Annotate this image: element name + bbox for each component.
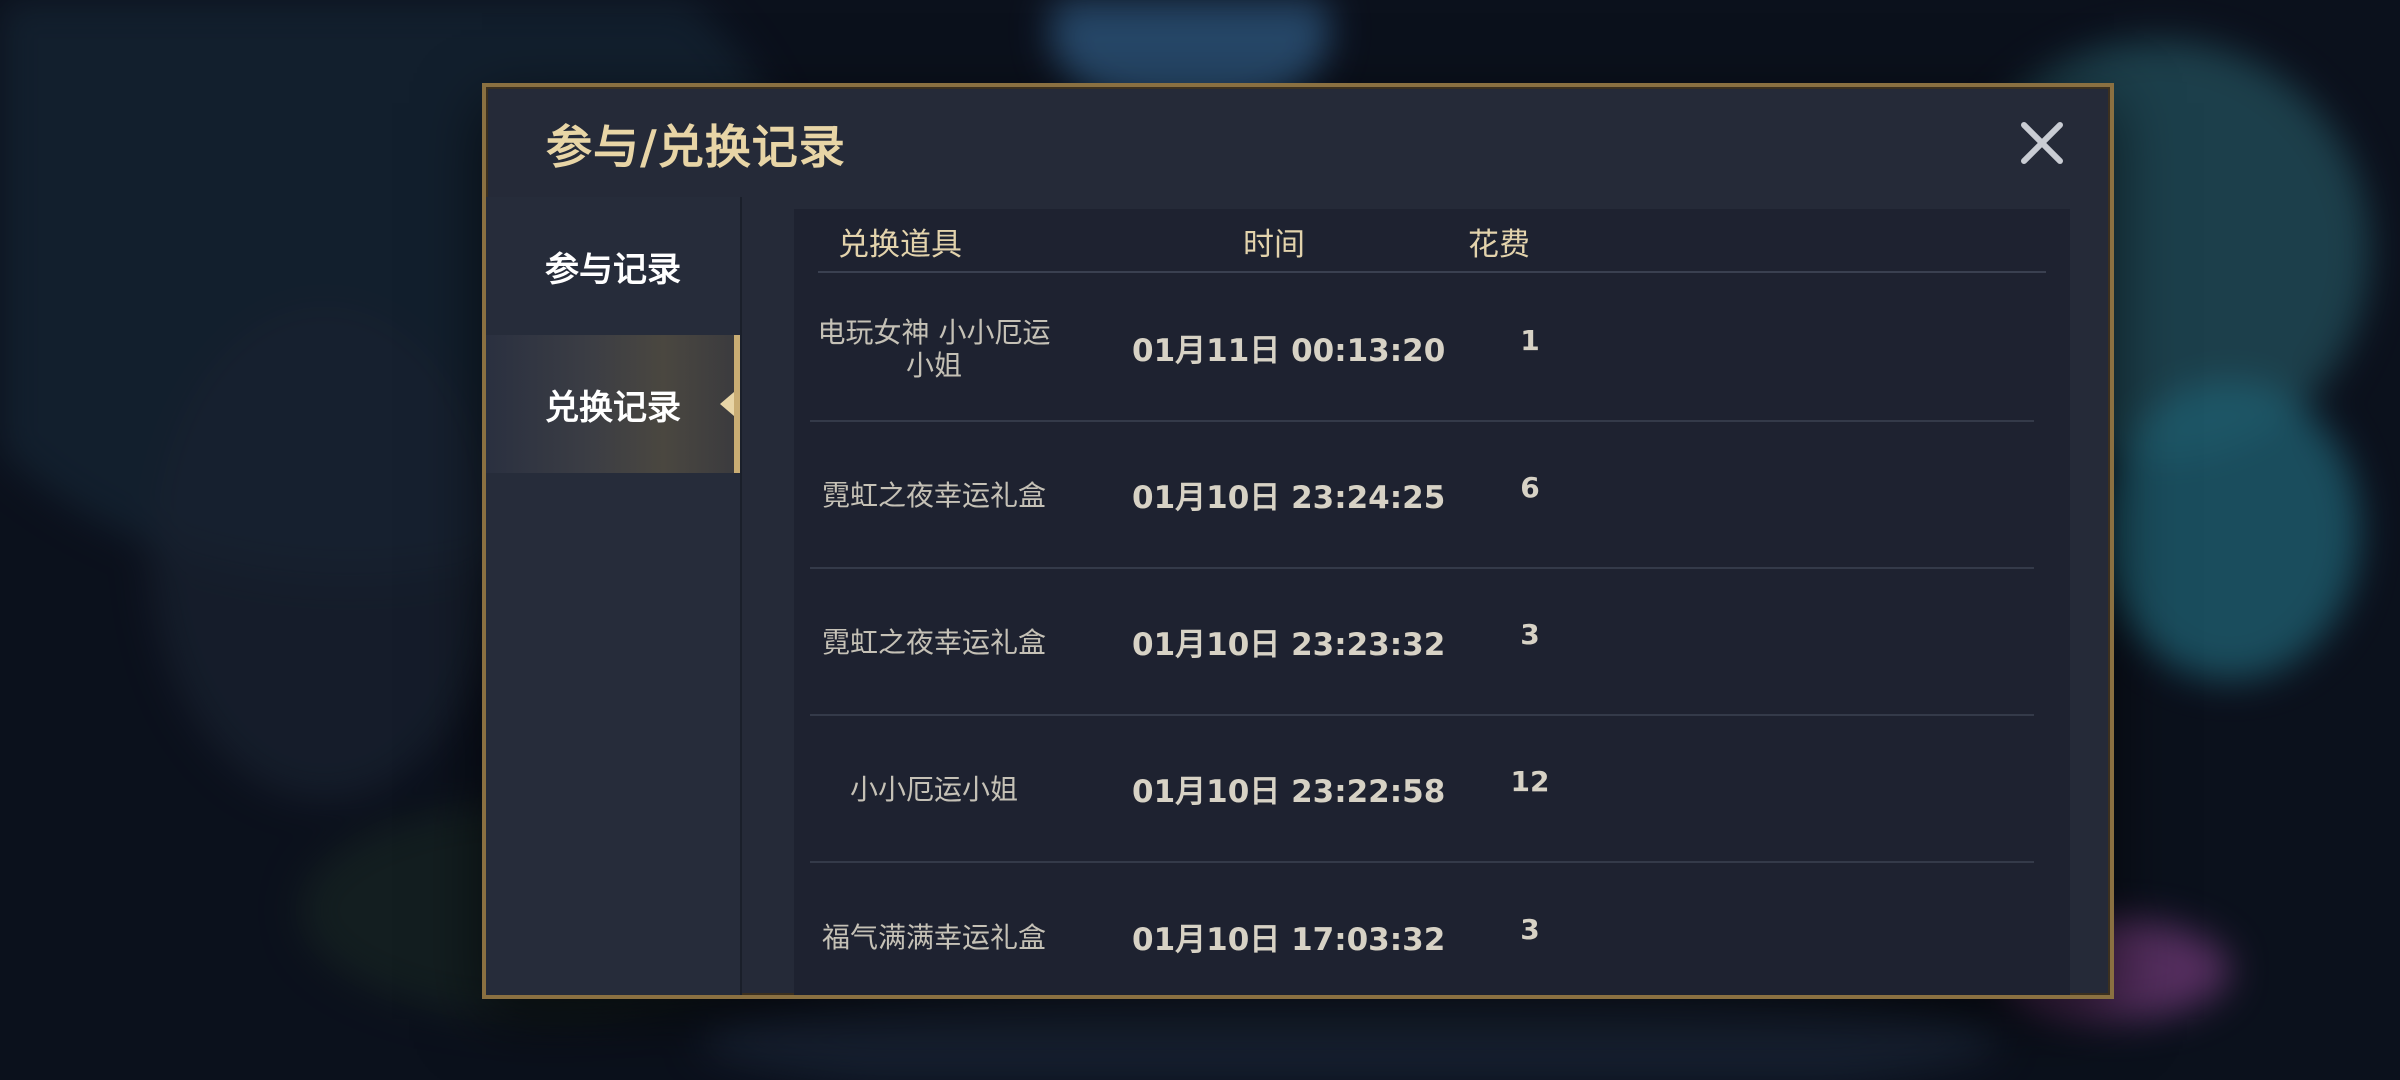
table-row: 福气满满幸运礼盒 01月10日 17:03:32 3	[810, 863, 2034, 995]
cost-cell: 12	[1510, 765, 1550, 798]
tab-label: 参与记录	[545, 249, 681, 290]
close-button[interactable]	[2016, 117, 2068, 169]
records-dialog: 参与/兑换记录 参与记录 兑换记录 兑换道具 时间 花费 电玩女神 小小厄运小姐…	[482, 83, 2114, 999]
table-row: 霓虹之夜幸运礼盒 01月10日 23:24:25 6	[810, 422, 2034, 569]
item-cell: 小小厄运小姐	[849, 773, 1018, 807]
cost-cell: 3	[1520, 618, 1540, 651]
cost-cell: 1	[1520, 324, 1540, 357]
cost-cell: 6	[1520, 471, 1540, 504]
time-cell: 01月11日 00:13:20	[1132, 333, 1446, 369]
item-cell: 福气满满幸运礼盒	[821, 921, 1046, 955]
time-cell: 01月10日 23:23:32	[1132, 627, 1446, 663]
item-cell: 霓虹之夜幸运礼盒	[821, 626, 1046, 660]
table-row: 电玩女神 小小厄运小姐 01月11日 00:13:20 1	[810, 275, 2034, 422]
table-header: 兑换道具 时间 花费	[818, 209, 2046, 273]
table-row: 小小厄运小姐 01月10日 23:22:58 12	[810, 716, 2034, 863]
records-table[interactable]: 兑换道具 时间 花费 电玩女神 小小厄运小姐 01月11日 00:13:20 1…	[794, 209, 2070, 995]
header-time: 时间	[1243, 227, 1305, 263]
active-tab-indicator	[734, 335, 740, 473]
dialog-title: 参与/兑换记录	[546, 120, 846, 174]
side-nav: 参与记录 兑换记录	[486, 197, 742, 995]
header-cost: 花费	[1468, 227, 1530, 263]
active-tab-arrow-icon	[720, 392, 734, 416]
time-cell: 01月10日 17:03:32	[1132, 922, 1446, 958]
item-cell: 霓虹之夜幸运礼盒	[821, 479, 1046, 513]
item-cell: 电玩女神 小小厄运小姐	[817, 316, 1051, 382]
tab-label: 兑换记录	[545, 387, 681, 428]
tab-exchange-records[interactable]: 兑换记录	[486, 335, 740, 473]
cost-cell: 3	[1520, 913, 1540, 946]
header-item: 兑换道具	[838, 227, 962, 263]
tab-participation-records[interactable]: 参与记录	[486, 197, 740, 335]
table-row: 霓虹之夜幸运礼盒 01月10日 23:23:32 3	[810, 569, 2034, 716]
time-cell: 01月10日 23:22:58	[1132, 774, 1446, 810]
close-icon	[2021, 122, 2063, 164]
table-body: 电玩女神 小小厄运小姐 01月11日 00:13:20 1 霓虹之夜幸运礼盒 0…	[810, 275, 2034, 995]
time-cell: 01月10日 23:24:25	[1132, 480, 1446, 516]
